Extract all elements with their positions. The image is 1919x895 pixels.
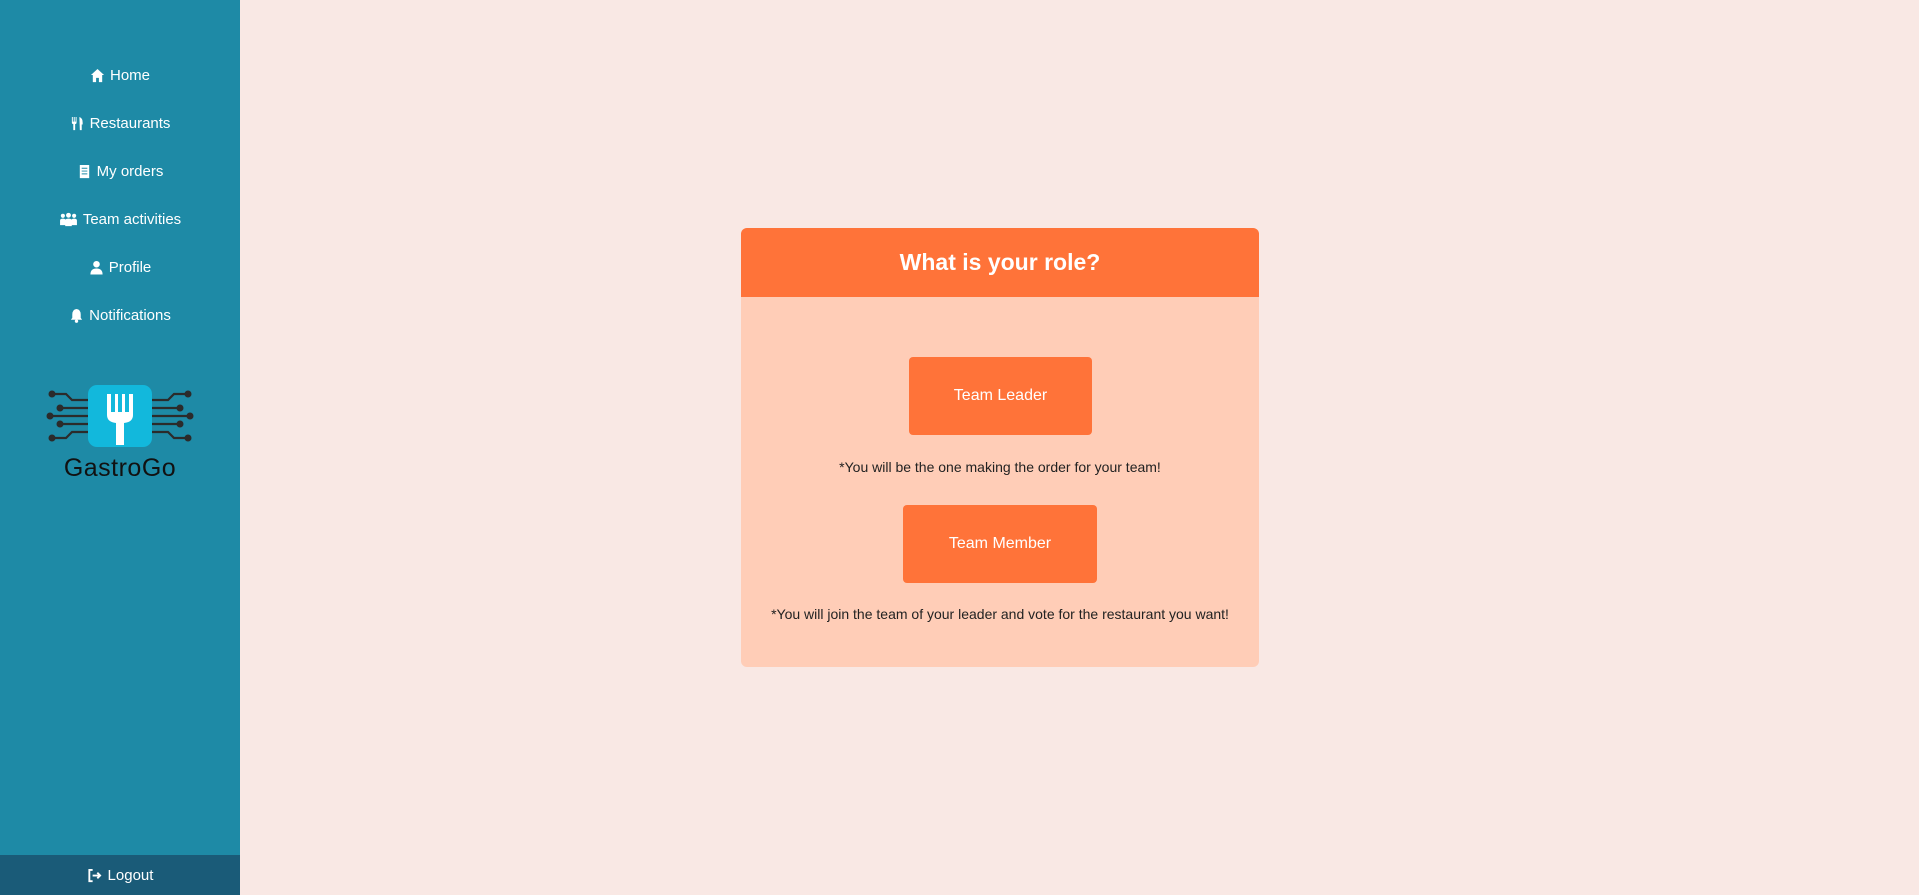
sidebar-item-label: Home (109, 66, 150, 84)
logout-label: Logout (107, 866, 154, 884)
people-group-icon (59, 212, 77, 226)
team-leader-button[interactable]: Team Leader (909, 357, 1092, 435)
logout-button[interactable]: Logout (0, 855, 240, 895)
sidebar-item-label: Profile (108, 258, 152, 276)
sidebar-item-team-activities[interactable]: Team activities (0, 204, 240, 234)
user-icon (90, 260, 103, 275)
sidebar-item-label: Restaurants (89, 114, 171, 132)
card-title: What is your role? (741, 228, 1259, 297)
sidebar: Home Restaurants My orders Team activiti… (0, 0, 240, 895)
sidebar-item-notifications[interactable]: Notifications (0, 300, 240, 330)
role-selection-card: What is your role? Team Leader *You will… (741, 228, 1259, 667)
team-leader-note: *You will be the one making the order fo… (839, 459, 1161, 475)
receipt-icon (79, 164, 89, 178)
team-member-note: *You will join the team of your leader a… (771, 606, 1229, 622)
fork-circuit-logo-icon (46, 385, 194, 447)
home-icon (90, 68, 105, 82)
gastrogo-logo: GastroGo (44, 382, 196, 482)
sidebar-item-home[interactable]: Home (0, 60, 240, 90)
sidebar-item-restaurants[interactable]: Restaurants (0, 108, 240, 138)
sidebar-item-profile[interactable]: Profile (0, 252, 240, 282)
sidebar-item-label: Team activities (82, 210, 182, 228)
sidebar-item-label: My orders (96, 162, 164, 180)
sidebar-item-my-orders[interactable]: My orders (0, 156, 240, 186)
sidebar-item-label: Notifications (89, 306, 171, 324)
bell-icon (71, 308, 83, 323)
logout-icon (87, 868, 101, 882)
logo-text: GastroGo (63, 454, 177, 482)
team-member-button[interactable]: Team Member (903, 505, 1097, 583)
utensils-icon (71, 116, 83, 130)
